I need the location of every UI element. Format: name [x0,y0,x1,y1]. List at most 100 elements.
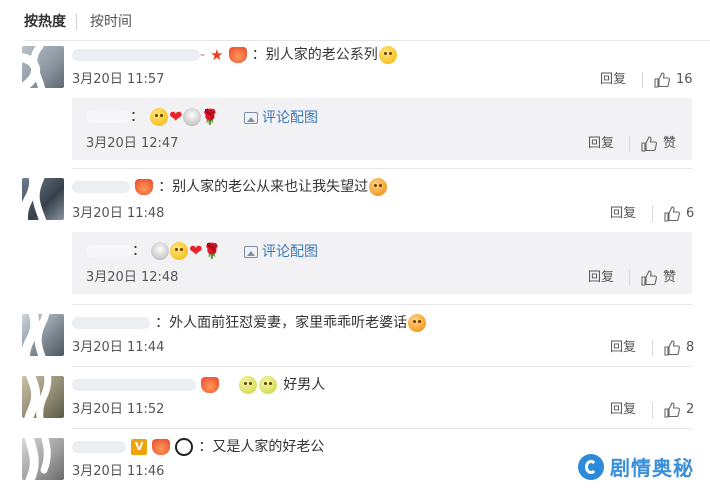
watermark-text: 剧情奥秘 [610,456,694,480]
smile-emoji-icon [239,375,258,394]
member-badge-icon [135,178,154,195]
comment-1: - ★ ：别人家的老公系列 [72,44,398,65]
reply-username[interactable] [86,109,130,125]
comment-image-link[interactable]: 评论配图 [244,242,318,262]
verified-badge-icon: V [131,438,148,455]
comment-3: ：外人面前狂怼爱妻，家里乖乖听老婆话 [72,312,427,333]
action-separator [629,136,630,152]
cat-emoji-icon [369,177,388,196]
thumbs-up-icon [641,136,657,152]
thumbs-up-icon [664,402,680,418]
avatar[interactable] [22,314,64,356]
comment-divider [72,366,692,367]
action-separator [652,206,653,222]
heart-icon: ❤ [169,106,183,126]
smile-emoji-icon [259,375,278,394]
star-icon: ★ [210,45,224,64]
comment-2: ：别人家的老公从来也让我失望过 [72,176,388,197]
username[interactable] [72,315,150,331]
reply-button[interactable]: 回复 [610,205,636,223]
reply-colon: ： [132,243,146,259]
comment-text: ：又是人家的好老公 [198,439,325,455]
reply-time: 3月20日 12:48 [86,270,179,285]
comment-image-link-label: 评论配图 [262,110,318,126]
reply-button[interactable]: 回复 [600,71,626,89]
reply-button[interactable]: 回复 [610,339,636,357]
comment-time: 3月20日 11:44 [72,340,165,355]
thumbs-up-icon [664,340,680,356]
member-badge-icon [201,376,220,393]
like-count: 8 [686,340,695,355]
member-badge-icon [228,46,247,63]
rose-icon: 🌹 [200,107,220,126]
comment-text: ：别人家的老公系列 [251,47,378,63]
username[interactable] [72,439,126,455]
member-badge-icon [152,438,171,455]
avatar[interactable] [22,46,64,88]
comment-divider [72,428,692,429]
thumbs-up-icon [654,72,670,88]
comment-text: ：别人家的老公从来也让我失望过 [158,179,369,195]
comment-4: 好男人 [72,374,325,395]
cat-emoji-icon [408,313,427,332]
like-label: 赞 [663,270,677,285]
thumbs-up-icon [641,270,657,286]
redaction-scribble [0,42,52,485]
heart-icon: ❤ [189,240,203,260]
sort-by-time-tab[interactable]: 按时间 [90,12,132,32]
comment-time: 3月20日 11:52 [72,402,165,417]
sort-divider [24,40,710,41]
watermark-logo-icon [578,453,604,480]
sort-by-hot-tab[interactable]: 按热度 [24,12,66,32]
like-button[interactable]: 16 [654,71,693,89]
avatar[interactable] [22,376,64,418]
panda-emoji-icon [175,437,194,456]
action-separator [652,340,653,356]
comment-time: 3月20日 11:48 [72,206,165,221]
comment-text: ：外人面前狂怼爱妻，家里乖乖听老婆话 [155,315,408,331]
avatar[interactable] [22,178,64,220]
reply-2: ： ❤🌹 [86,240,221,261]
image-icon [244,246,258,258]
avatar[interactable] [22,438,64,480]
thumbs-up-icon [664,206,680,222]
like-button[interactable]: 赞 [641,269,676,287]
laughing-emoji-icon [378,45,397,64]
watermark: 剧情奥秘 [578,452,694,481]
like-button[interactable]: 赞 [641,135,676,153]
image-icon [244,112,258,124]
like-button[interactable]: 8 [664,339,694,357]
action-separator [642,72,643,88]
comment-image-link-label: 评论配图 [262,244,318,260]
rose-icon: 🌹 [202,241,222,260]
comment-image-link[interactable]: 评论配图 [244,108,318,128]
like-count: 16 [676,72,693,87]
dog-emoji-icon [182,107,201,126]
username[interactable]: - [72,47,205,63]
username[interactable] [72,179,130,195]
reply-button[interactable]: 回复 [610,401,636,419]
reply-button[interactable]: 回复 [588,135,614,153]
grin-emoji-icon [170,241,189,260]
like-label: 赞 [663,136,677,151]
reply-button[interactable]: 回复 [588,269,614,287]
comment-time: 3月20日 11:57 [72,72,165,87]
comment-5: V ：又是人家的好老公 [72,436,324,457]
like-count: 2 [686,402,695,417]
comment-divider [72,168,692,169]
comment-divider [72,304,692,305]
dog-emoji-icon [151,241,170,260]
comment-time: 3月20日 11:46 [72,464,165,479]
action-separator [629,270,630,286]
action-separator [652,402,653,418]
like-count: 6 [686,206,695,221]
like-button[interactable]: 6 [664,205,694,223]
reply-username[interactable] [86,243,132,259]
username[interactable] [72,377,196,393]
reply-colon: ： [130,109,144,125]
reply-time: 3月20日 12:47 [86,136,179,151]
like-button[interactable]: 2 [664,401,694,419]
comment-text: 好男人 [283,377,326,393]
reply-1: ： ❤ 🌹 [86,106,219,127]
sort-separator [76,14,77,30]
